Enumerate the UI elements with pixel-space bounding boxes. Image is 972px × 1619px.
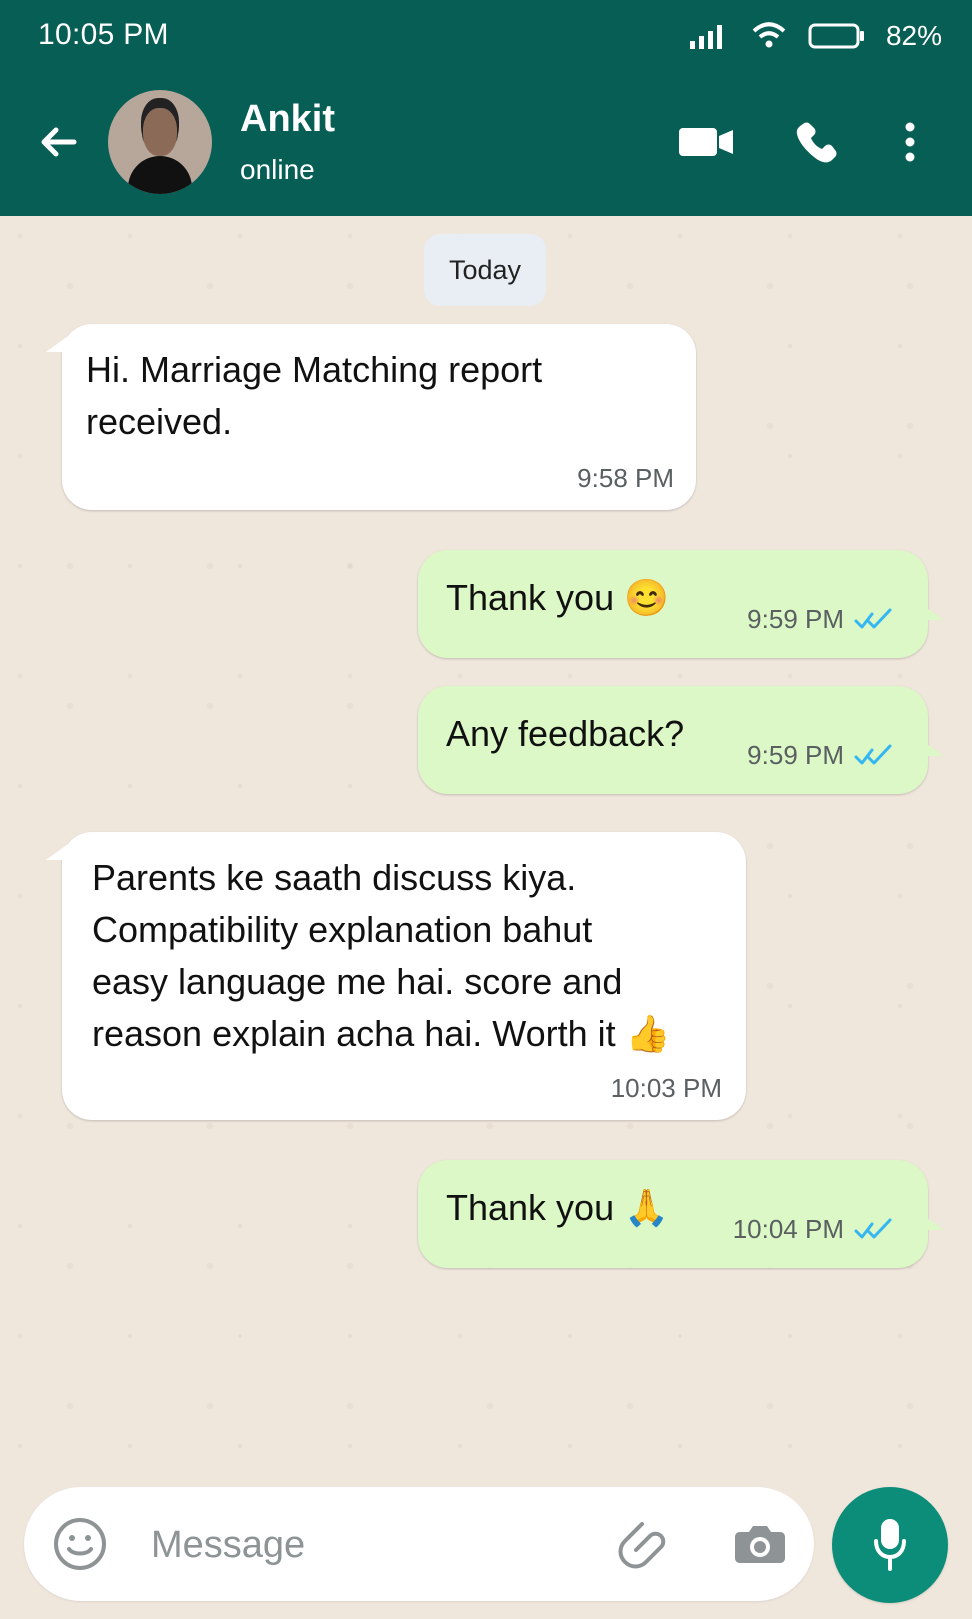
emoji-button[interactable]: [48, 1512, 112, 1576]
message-meta: 9:58 PM: [577, 463, 674, 494]
message-time: 9:59 PM: [747, 604, 844, 634]
message-composer: [24, 1487, 814, 1601]
video-call-icon: [679, 128, 733, 156]
message-bubble-incoming[interactable]: Parents ke saath discuss kiya. Compatibi…: [46, 832, 746, 1120]
message-time: 9:58 PM: [577, 463, 674, 493]
video-call-button[interactable]: [674, 106, 740, 178]
contact-name[interactable]: Ankit: [240, 98, 335, 141]
message-time: 9:59 PM: [747, 740, 844, 770]
camera-button[interactable]: [730, 1513, 790, 1573]
message-meta: 10:03 PM: [611, 1073, 722, 1104]
message-text: Thank you 😊: [446, 577, 669, 618]
battery-percentage: 82%: [885, 20, 942, 51]
emoji-icon: [54, 1518, 106, 1570]
battery-icon: [808, 23, 864, 49]
double-check-icon: [854, 608, 892, 628]
message-text: Parents ke saath discuss kiya. Compatibi…: [92, 857, 671, 1054]
contact-avatar[interactable]: [108, 90, 212, 194]
signal-icon: [689, 25, 722, 49]
chat-header: Ankit online: [0, 72, 972, 216]
date-chip: Today: [424, 234, 546, 306]
voice-call-button[interactable]: [782, 106, 844, 178]
message-bubble-incoming[interactable]: Hi. Marriage Matching report received. 9…: [46, 324, 696, 510]
back-button[interactable]: [30, 112, 90, 172]
more-menu-button[interactable]: [884, 106, 936, 178]
double-check-icon: [854, 1218, 892, 1238]
wifi-icon: [752, 22, 786, 48]
status-time: 10:05 PM: [38, 18, 169, 51]
avatar-body: [128, 156, 192, 194]
chat-thread: Today Hi. Marriage Matching report recei…: [0, 216, 972, 1484]
message-meta: 10:04 PM: [733, 1214, 894, 1245]
mic-icon: [874, 1519, 906, 1571]
message-text: Any feedback?: [446, 713, 685, 754]
message-meta: 9:59 PM: [747, 604, 894, 635]
more-vertical-icon: [905, 122, 915, 162]
message-time: 10:04 PM: [732, 1214, 844, 1244]
message-text: Thank you 🙏: [446, 1187, 669, 1228]
contact-status: online: [240, 154, 315, 185]
message-bubble-outgoing[interactable]: Any feedback? 9:59 PM: [418, 686, 944, 794]
message-input[interactable]: [149, 1515, 593, 1575]
status-bar: 10:05 PM 82%: [0, 0, 972, 72]
voice-record-button[interactable]: [832, 1487, 948, 1603]
camera-icon: [735, 1526, 785, 1563]
status-icons: 82%: [689, 18, 942, 54]
paperclip-icon: [618, 1522, 666, 1569]
attach-button[interactable]: [616, 1513, 676, 1573]
message-meta: 9:59 PM: [747, 740, 894, 771]
avatar-face: [143, 108, 177, 156]
message-time: 10:03 PM: [610, 1073, 722, 1103]
phone-icon: [796, 122, 837, 163]
message-text: Hi. Marriage Matching report received.: [86, 349, 543, 442]
message-bubble-outgoing[interactable]: Thank you 🙏 10:04 PM: [418, 1160, 944, 1268]
message-bubble-outgoing[interactable]: Thank you 😊 9:59 PM: [418, 550, 944, 658]
double-check-icon: [854, 744, 892, 764]
back-arrow-icon: [41, 127, 77, 157]
